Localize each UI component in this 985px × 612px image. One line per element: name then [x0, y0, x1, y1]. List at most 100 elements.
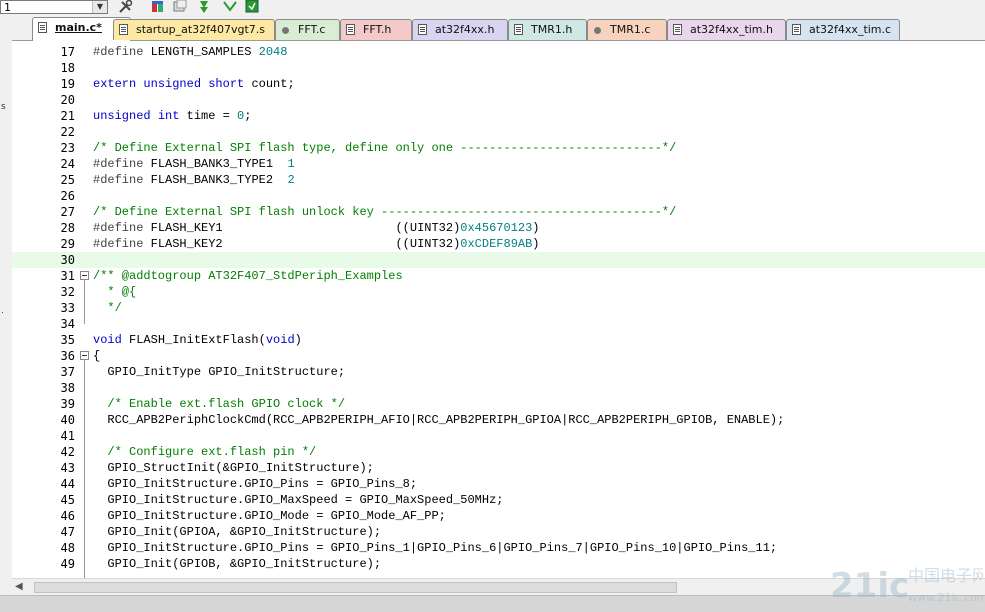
code-line[interactable]: 27 /* Define External SPI flash unlock ke…: [12, 204, 985, 220]
code-text: #define FLASH_KEY2 ((UINT32)0xCDEF89AB): [93, 236, 540, 252]
code-token: FLASH_InitExtFlash(: [121, 333, 266, 347]
code-text: /* Define External SPI flash unlock key …: [93, 204, 676, 220]
code-token: GPIO_StructInit(&GPIO_InitStructure);: [93, 461, 374, 475]
debug-icon[interactable]: [222, 0, 238, 14]
line-number: 17: [60, 45, 75, 59]
code-line[interactable]: 47 GPIO_Init(GPIOA, &GPIO_InitStructure)…: [12, 524, 985, 540]
code-token: #define: [93, 173, 144, 187]
code-line[interactable]: 30: [12, 252, 985, 268]
code-token: GPIO_InitStructure.GPIO_Pins = GPIO_Pins…: [93, 477, 418, 491]
code-text: /* Enable ext.flash GPIO clock */: [93, 396, 345, 412]
code-text: unsigned int time = 0;: [93, 108, 251, 124]
code-token: * @{: [93, 285, 137, 299]
code-line[interactable]: 39 /* Enable ext.flash GPIO clock */: [12, 396, 985, 412]
code-line[interactable]: 45 GPIO_InitStructure.GPIO_MaxSpeed = GP…: [12, 492, 985, 508]
code-text: #define LENGTH_SAMPLES 2048: [93, 44, 287, 60]
code-line[interactable]: 42 /* Configure ext.flash pin */: [12, 444, 985, 460]
chevron-down-icon[interactable]: ▼: [92, 1, 107, 13]
select-device-icon[interactable]: [244, 0, 260, 14]
line-number: 20: [60, 93, 75, 107]
code-token: /* Configure ext.flash pin */: [107, 445, 317, 459]
fold-collapse-icon[interactable]: [80, 351, 89, 360]
code-line[interactable]: 38: [12, 380, 985, 396]
code-token: 1: [287, 157, 295, 171]
line-number: 30: [60, 253, 75, 267]
line-number: 26: [60, 189, 75, 203]
copy-window-icon[interactable]: [172, 0, 188, 14]
code-token: 2048: [258, 45, 288, 59]
code-line[interactable]: 33 */: [12, 300, 985, 316]
gear-file-icon: [281, 26, 291, 36]
code-token: #define: [93, 221, 144, 235]
code-line[interactable]: 46 GPIO_InitStructure.GPIO_Mode = GPIO_M…: [12, 508, 985, 524]
code-line[interactable]: 21 unsigned int time = 0;: [12, 108, 985, 124]
code-text: GPIO_StructInit(&GPIO_InitStructure);: [93, 460, 374, 476]
fold-collapse-icon[interactable]: [80, 271, 89, 280]
editor-tab[interactable]: at32f4xx_tim.h: [667, 19, 786, 40]
editor-tab-label: at32f4xx_tim.c: [809, 23, 892, 36]
code-line[interactable]: 18: [12, 60, 985, 76]
editor-tab[interactable]: at32f4xx_tim.c: [786, 19, 900, 40]
code-line[interactable]: 32 * @{: [12, 284, 985, 300]
editor-tab[interactable]: TMR1.c: [587, 19, 667, 40]
gear-file-icon: [593, 26, 603, 36]
code-line[interactable]: 17 #define LENGTH_SAMPLES 2048: [12, 44, 985, 60]
line-number: 38: [60, 381, 75, 395]
code-text: /* Define External SPI flash type, defin…: [93, 140, 676, 156]
editor-tab[interactable]: FFT.c: [275, 19, 340, 40]
code-line[interactable]: 29 #define FLASH_KEY2 ((UINT32)0xCDEF89AB…: [12, 236, 985, 252]
code-line[interactable]: 48 GPIO_InitStructure.GPIO_Pins = GPIO_P…: [12, 540, 985, 556]
target-select[interactable]: 1 ▼: [0, 0, 108, 14]
code-line[interactable]: 40 RCC_APB2PeriphClockCmd(RCC_APB2PERIPH…: [12, 412, 985, 428]
fold-range-line: [84, 280, 85, 324]
code-text: #define FLASH_KEY1 ((UINT32)0x45670123): [93, 220, 540, 236]
editor-tab[interactable]: TMR1.h: [508, 19, 587, 40]
line-number: 39: [60, 397, 75, 411]
pane-edge-mark: s: [1, 102, 6, 112]
code-line[interactable]: 25 #define FLASH_BANK3_TYPE2 2: [12, 172, 985, 188]
manage-project-icon[interactable]: [150, 0, 166, 14]
code-line[interactable]: 20: [12, 92, 985, 108]
line-number: 36: [60, 349, 75, 363]
editor-tab[interactable]: startup_at32f407vgt7.s: [113, 19, 275, 40]
tools-icon[interactable]: [118, 0, 134, 14]
code-line[interactable]: 36 {: [12, 348, 985, 364]
editor-tab-label: at32f4xx.h: [435, 23, 495, 36]
code-line[interactable]: 23 /* Define External SPI flash type, def…: [12, 140, 985, 156]
line-number: 40: [60, 413, 75, 427]
pane-edge-mark: .: [1, 306, 4, 316]
code-line[interactable]: 41: [12, 428, 985, 444]
line-number: 42: [60, 445, 75, 459]
code-line[interactable]: 34: [12, 316, 985, 332]
editor-tab[interactable]: FFT.h: [340, 19, 412, 40]
line-number: 25: [60, 173, 75, 187]
code-line[interactable]: 24 #define FLASH_BANK3_TYPE1 1: [12, 156, 985, 172]
file-icon: [514, 24, 523, 35]
editor-tab[interactable]: at32f4xx.h: [412, 19, 508, 40]
line-number: 44: [60, 477, 75, 491]
line-number: 28: [60, 221, 75, 235]
code-token: /* Enable ext.flash GPIO clock */: [107, 397, 346, 411]
file-icon: [792, 24, 801, 35]
code-line[interactable]: 31 /** @addtogroup AT32F407_StdPeriph_Exa…: [12, 268, 985, 284]
editor-tab-label: startup_at32f407vgt7.s: [136, 23, 266, 36]
code-line[interactable]: 35 void FLASH_InitExtFlash(void): [12, 332, 985, 348]
code-line[interactable]: 28 #define FLASH_KEY1 ((UINT32)0x45670123…: [12, 220, 985, 236]
code-line[interactable]: 19 extern unsigned short count;: [12, 76, 985, 92]
line-number: 21: [60, 109, 75, 123]
scroll-left-icon[interactable]: ◀: [15, 581, 23, 592]
code-editor[interactable]: 17 #define LENGTH_SAMPLES 2048 18 19 extern …: [12, 41, 985, 578]
watermark-logo: 21ic 中国电子网 www.21ic.com: [830, 566, 983, 606]
code-token: ): [532, 237, 540, 251]
code-line[interactable]: 43 GPIO_StructInit(&GPIO_InitStructure);: [12, 460, 985, 476]
download-icon[interactable]: [196, 0, 212, 14]
code-line[interactable]: 22: [12, 124, 985, 140]
scrollbar-thumb[interactable]: [34, 582, 677, 593]
code-line[interactable]: 44 GPIO_InitStructure.GPIO_Pins = GPIO_P…: [12, 476, 985, 492]
code-line[interactable]: 26: [12, 188, 985, 204]
line-number: 19: [60, 77, 75, 91]
code-line[interactable]: 37 GPIO_InitType GPIO_InitStructure;: [12, 364, 985, 380]
